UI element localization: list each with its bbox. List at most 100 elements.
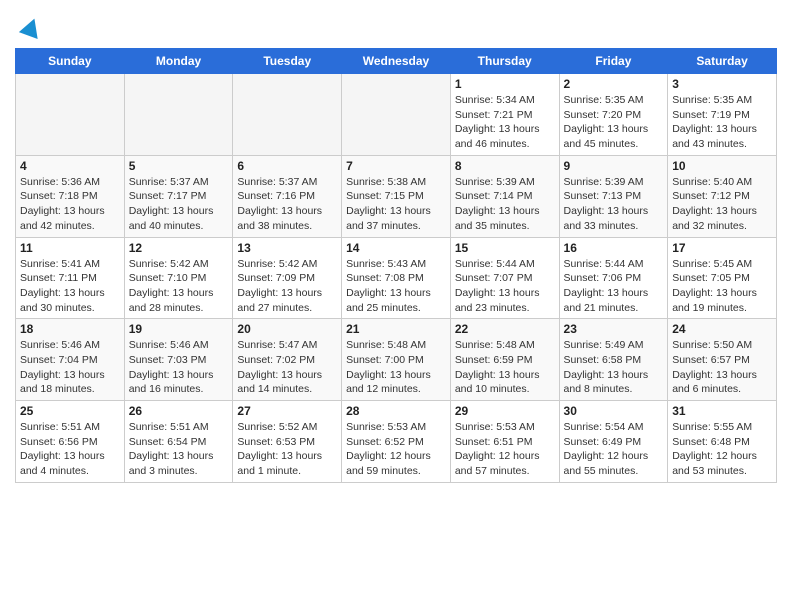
calendar-week-row: 1 Sunrise: 5:34 AM Sunset: 7:21 PM Daylig…	[16, 74, 777, 156]
calendar-cell: 29 Sunrise: 5:53 AM Sunset: 6:51 PM Dayli…	[450, 401, 559, 483]
day-of-week-header: Tuesday	[233, 49, 342, 74]
calendar-cell: 31Sunrise: 5:55 AM Sunset: 6:48 PM Dayli…	[668, 401, 777, 483]
day-number: 27	[237, 404, 337, 418]
day-number: 28	[346, 404, 446, 418]
calendar-cell: 3 Sunrise: 5:35 AM Sunset: 7:19 PM Daylig…	[668, 74, 777, 156]
calendar-cell: 1 Sunrise: 5:34 AM Sunset: 7:21 PM Daylig…	[450, 74, 559, 156]
calendar-cell: 26Sunrise: 5:51 AM Sunset: 6:54 PM Dayli…	[124, 401, 233, 483]
day-number: 18	[20, 322, 120, 336]
calendar-cell	[233, 74, 342, 156]
day-number: 19	[129, 322, 229, 336]
calendar-cell: 17 Sunrise: 5:45 AM Sunset: 7:05 PM Dayli…	[668, 237, 777, 319]
calendar-cell: 15 Sunrise: 5:44 AM Sunset: 7:07 PM Dayli…	[450, 237, 559, 319]
day-number: 29	[455, 404, 555, 418]
calendar-week-row: 4 Sunrise: 5:36 AM Sunset: 7:18 PM Daylig…	[16, 155, 777, 237]
calendar-cell: 28 Sunrise: 5:53 AM Sunset: 6:52 PM Dayli…	[342, 401, 451, 483]
day-info: Sunrise: 5:39 AM Sunset: 7:13 PM Dayligh…	[564, 175, 664, 234]
day-number: 5	[129, 159, 229, 173]
day-number: 4	[20, 159, 120, 173]
day-info: Sunrise: 5:39 AM Sunset: 7:14 PM Dayligh…	[455, 175, 555, 234]
day-number: 30	[564, 404, 664, 418]
calendar-cell: 13 Sunrise: 5:42 AM Sunset: 7:09 PM Dayli…	[233, 237, 342, 319]
day-number: 13	[237, 241, 337, 255]
day-info: Sunrise: 5:37 AM Sunset: 7:16 PM Dayligh…	[237, 175, 337, 234]
calendar-cell: 12 Sunrise: 5:42 AM Sunset: 7:10 PM Dayli…	[124, 237, 233, 319]
day-info: Sunrise: 5:44 AM Sunset: 7:06 PM Dayligh…	[564, 257, 664, 316]
calendar-cell: 6 Sunrise: 5:37 AM Sunset: 7:16 PM Daylig…	[233, 155, 342, 237]
calendar-cell: 23 Sunrise: 5:49 AM Sunset: 6:58 PM Dayli…	[559, 319, 668, 401]
day-info: Sunrise: 5:42 AM Sunset: 7:10 PM Dayligh…	[129, 257, 229, 316]
day-number: 17	[672, 241, 772, 255]
day-number: 2	[564, 77, 664, 91]
day-info: Sunrise: 5:40 AM Sunset: 7:12 PM Dayligh…	[672, 175, 772, 234]
day-info: Sunrise: 5:46 AM Sunset: 7:03 PM Dayligh…	[129, 338, 229, 397]
calendar-cell: 8 Sunrise: 5:39 AM Sunset: 7:14 PM Daylig…	[450, 155, 559, 237]
calendar-table: SundayMondayTuesdayWednesdayThursdayFrid…	[15, 48, 777, 483]
calendar-cell: 18Sunrise: 5:46 AM Sunset: 7:04 PM Dayli…	[16, 319, 125, 401]
day-number: 14	[346, 241, 446, 255]
day-info: Sunrise: 5:43 AM Sunset: 7:08 PM Dayligh…	[346, 257, 446, 316]
day-info: Sunrise: 5:50 AM Sunset: 6:57 PM Dayligh…	[672, 338, 772, 397]
day-number: 9	[564, 159, 664, 173]
day-number: 1	[455, 77, 555, 91]
day-of-week-header: Saturday	[668, 49, 777, 74]
day-info: Sunrise: 5:53 AM Sunset: 6:51 PM Dayligh…	[455, 420, 555, 479]
day-info: Sunrise: 5:48 AM Sunset: 6:59 PM Dayligh…	[455, 338, 555, 397]
day-info: Sunrise: 5:54 AM Sunset: 6:49 PM Dayligh…	[564, 420, 664, 479]
day-of-week-header: Sunday	[16, 49, 125, 74]
day-number: 22	[455, 322, 555, 336]
day-info: Sunrise: 5:35 AM Sunset: 7:20 PM Dayligh…	[564, 93, 664, 152]
calendar-cell: 20 Sunrise: 5:47 AM Sunset: 7:02 PM Dayli…	[233, 319, 342, 401]
day-info: Sunrise: 5:35 AM Sunset: 7:19 PM Dayligh…	[672, 93, 772, 152]
calendar-cell: 2 Sunrise: 5:35 AM Sunset: 7:20 PM Daylig…	[559, 74, 668, 156]
day-info: Sunrise: 5:34 AM Sunset: 7:21 PM Dayligh…	[455, 93, 555, 152]
day-number: 6	[237, 159, 337, 173]
calendar-week-row: 11 Sunrise: 5:41 AM Sunset: 7:11 PM Dayli…	[16, 237, 777, 319]
calendar-cell: 9 Sunrise: 5:39 AM Sunset: 7:13 PM Daylig…	[559, 155, 668, 237]
calendar-cell: 11 Sunrise: 5:41 AM Sunset: 7:11 PM Dayli…	[16, 237, 125, 319]
day-info: Sunrise: 5:42 AM Sunset: 7:09 PM Dayligh…	[237, 257, 337, 316]
calendar-cell: 27 Sunrise: 5:52 AM Sunset: 6:53 PM Dayli…	[233, 401, 342, 483]
day-number: 10	[672, 159, 772, 173]
day-number: 25	[20, 404, 120, 418]
day-of-week-header: Wednesday	[342, 49, 451, 74]
day-number: 23	[564, 322, 664, 336]
day-number: 15	[455, 241, 555, 255]
calendar-cell: 4 Sunrise: 5:36 AM Sunset: 7:18 PM Daylig…	[16, 155, 125, 237]
calendar-cell: 24 Sunrise: 5:50 AM Sunset: 6:57 PM Dayli…	[668, 319, 777, 401]
day-info: Sunrise: 5:49 AM Sunset: 6:58 PM Dayligh…	[564, 338, 664, 397]
calendar-body: 1 Sunrise: 5:34 AM Sunset: 7:21 PM Daylig…	[16, 74, 777, 483]
calendar-cell	[16, 74, 125, 156]
day-number: 26	[129, 404, 229, 418]
calendar-cell: 16Sunrise: 5:44 AM Sunset: 7:06 PM Dayli…	[559, 237, 668, 319]
day-number: 31	[672, 404, 772, 418]
page-header	[15, 10, 777, 42]
day-number: 24	[672, 322, 772, 336]
logo-arrow-icon	[17, 14, 45, 42]
calendar-cell: 14 Sunrise: 5:43 AM Sunset: 7:08 PM Dayli…	[342, 237, 451, 319]
day-of-week-header: Thursday	[450, 49, 559, 74]
day-info: Sunrise: 5:51 AM Sunset: 6:56 PM Dayligh…	[20, 420, 120, 479]
day-info: Sunrise: 5:36 AM Sunset: 7:18 PM Dayligh…	[20, 175, 120, 234]
calendar-cell: 22 Sunrise: 5:48 AM Sunset: 6:59 PM Dayli…	[450, 319, 559, 401]
day-info: Sunrise: 5:53 AM Sunset: 6:52 PM Dayligh…	[346, 420, 446, 479]
day-number: 3	[672, 77, 772, 91]
day-number: 20	[237, 322, 337, 336]
day-info: Sunrise: 5:47 AM Sunset: 7:02 PM Dayligh…	[237, 338, 337, 397]
calendar-cell	[124, 74, 233, 156]
day-number: 8	[455, 159, 555, 173]
day-number: 21	[346, 322, 446, 336]
day-number: 11	[20, 241, 120, 255]
day-info: Sunrise: 5:41 AM Sunset: 7:11 PM Dayligh…	[20, 257, 120, 316]
day-info: Sunrise: 5:38 AM Sunset: 7:15 PM Dayligh…	[346, 175, 446, 234]
calendar-cell: 30 Sunrise: 5:54 AM Sunset: 6:49 PM Dayli…	[559, 401, 668, 483]
day-info: Sunrise: 5:52 AM Sunset: 6:53 PM Dayligh…	[237, 420, 337, 479]
day-of-week-header: Friday	[559, 49, 668, 74]
calendar-cell: 25 Sunrise: 5:51 AM Sunset: 6:56 PM Dayli…	[16, 401, 125, 483]
day-number: 7	[346, 159, 446, 173]
calendar-cell: 21Sunrise: 5:48 AM Sunset: 7:00 PM Dayli…	[342, 319, 451, 401]
day-info: Sunrise: 5:44 AM Sunset: 7:07 PM Dayligh…	[455, 257, 555, 316]
logo	[15, 10, 45, 42]
day-info: Sunrise: 5:45 AM Sunset: 7:05 PM Dayligh…	[672, 257, 772, 316]
day-number: 12	[129, 241, 229, 255]
